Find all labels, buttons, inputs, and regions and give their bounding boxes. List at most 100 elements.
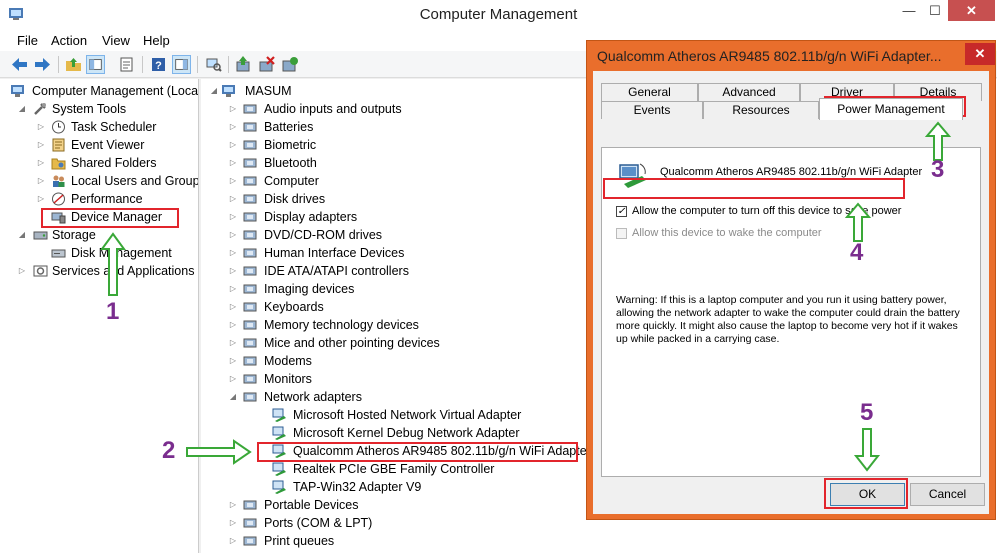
- collapse-arrow-icon[interactable]: ◢: [17, 226, 27, 244]
- device-category-icon: [243, 302, 257, 312]
- device-category[interactable]: ▷ Mice and other pointing devices: [201, 334, 581, 352]
- tab-advanced[interactable]: Advanced: [698, 83, 800, 101]
- menu-action[interactable]: Action: [51, 33, 87, 48]
- expand-arrow-icon[interactable]: ▷: [228, 316, 238, 334]
- expand-arrow-icon[interactable]: ▷: [228, 208, 238, 226]
- tab-resources[interactable]: Resources: [703, 101, 819, 119]
- performance-icon: [52, 192, 65, 206]
- device-item-label: Disk drives: [264, 192, 326, 206]
- collapse-arrow-icon[interactable]: ◢: [228, 388, 238, 406]
- help-icon[interactable]: ?: [149, 55, 168, 74]
- scan-hardware-icon[interactable]: [204, 55, 223, 74]
- collapse-arrow-icon[interactable]: ◢: [209, 82, 219, 100]
- device-category[interactable]: ◢ Network adapters: [201, 388, 581, 406]
- action-pane-icon[interactable]: [172, 55, 191, 74]
- device-item-label: Audio inputs and outputs: [264, 102, 402, 116]
- device-category[interactable]: ▷ Computer: [201, 172, 581, 190]
- device-category[interactable]: ▷ Imaging devices: [201, 280, 581, 298]
- expand-arrow-icon[interactable]: ▷: [36, 172, 46, 190]
- expand-arrow-icon[interactable]: ▷: [228, 154, 238, 172]
- device-item-label: Batteries: [264, 120, 314, 134]
- allow-wake-checkbox[interactable]: [616, 228, 627, 239]
- device-category[interactable]: ▷ Audio inputs and outputs: [201, 100, 581, 118]
- collapse-arrow-icon[interactable]: ◢: [17, 100, 27, 118]
- back-arrow-icon[interactable]: [10, 55, 29, 74]
- tree-item-event-viewer[interactable]: ▷ Event Viewer: [0, 136, 198, 154]
- update-driver-icon[interactable]: [234, 55, 253, 74]
- device-category[interactable]: ▷ Portable Devices: [201, 496, 581, 514]
- expand-arrow-icon[interactable]: ▷: [228, 352, 238, 370]
- network-adapter-item[interactable]: Microsoft Hosted Network Virtual Adapter: [201, 406, 581, 424]
- device-category[interactable]: ▷ DVD/CD-ROM drives: [201, 226, 581, 244]
- tree-item-shared-folders[interactable]: ▷ Shared Folders: [0, 154, 198, 172]
- tree-item-task-scheduler[interactable]: ▷ Task Scheduler: [0, 118, 198, 136]
- expand-arrow-icon[interactable]: ▷: [17, 262, 27, 280]
- device-category[interactable]: ▷ Modems: [201, 352, 581, 370]
- tab-events[interactable]: Events: [601, 101, 703, 119]
- device-category[interactable]: ▷ Monitors: [201, 370, 581, 388]
- expand-arrow-icon[interactable]: ▷: [228, 334, 238, 352]
- tab-general[interactable]: General: [601, 83, 698, 101]
- show-hide-tree-icon[interactable]: [86, 55, 105, 74]
- computer-icon: [222, 85, 235, 97]
- tree-item-system-tools[interactable]: ◢ System Tools: [0, 100, 198, 118]
- tree-item-label: Performance: [71, 192, 143, 206]
- network-adapter-item[interactable]: TAP-Win32 Adapter V9: [201, 478, 581, 496]
- uninstall-device-icon[interactable]: [257, 55, 276, 74]
- expand-arrow-icon[interactable]: ▷: [228, 298, 238, 316]
- network-adapter-item[interactable]: Microsoft Kernel Debug Network Adapter: [201, 424, 581, 442]
- device-category-icon: [243, 356, 257, 366]
- cancel-button[interactable]: Cancel: [910, 483, 985, 506]
- device-category[interactable]: ▷ Bluetooth: [201, 154, 581, 172]
- expand-arrow-icon[interactable]: ▷: [228, 136, 238, 154]
- expand-arrow-icon[interactable]: ▷: [228, 226, 238, 244]
- enable-device-icon[interactable]: [280, 55, 299, 74]
- expand-arrow-icon[interactable]: ▷: [36, 190, 46, 208]
- expand-arrow-icon[interactable]: ▷: [228, 496, 238, 514]
- device-category[interactable]: ▷ Batteries: [201, 118, 581, 136]
- maximize-button[interactable]: ☐: [922, 0, 948, 21]
- minimize-button[interactable]: —: [896, 0, 922, 21]
- close-button[interactable]: ✕: [948, 0, 995, 21]
- device-category[interactable]: ▷ Keyboards: [201, 298, 581, 316]
- expand-arrow-icon[interactable]: ▷: [228, 172, 238, 190]
- device-category[interactable]: ▷ Memory technology devices: [201, 316, 581, 334]
- forward-arrow-icon[interactable]: [33, 55, 52, 74]
- device-category[interactable]: ▷ Human Interface Devices: [201, 244, 581, 262]
- menu-view[interactable]: View: [102, 33, 130, 48]
- device-category[interactable]: ▷ Ports (COM & LPT): [201, 514, 581, 532]
- network-adapter-item[interactable]: Realtek PCIe GBE Family Controller: [201, 460, 581, 478]
- expand-arrow-icon[interactable]: ▷: [36, 154, 46, 172]
- expand-arrow-icon[interactable]: ▷: [228, 190, 238, 208]
- device-category[interactable]: ▷ Biometric: [201, 136, 581, 154]
- tab-power-management[interactable]: Power Management: [819, 98, 963, 120]
- expand-arrow-icon[interactable]: ▷: [228, 532, 238, 550]
- expand-arrow-icon[interactable]: ▷: [228, 118, 238, 136]
- expand-arrow-icon[interactable]: ▷: [36, 136, 46, 154]
- expand-arrow-icon[interactable]: ▷: [36, 118, 46, 136]
- device-category[interactable]: ▷ Disk drives: [201, 190, 581, 208]
- allow-wake-label[interactable]: Allow this device to wake the computer: [632, 227, 822, 239]
- tree-item-computer-management[interactable]: Computer Management (Local: [0, 82, 198, 100]
- device-category[interactable]: ▷ IDE ATA/ATAPI controllers: [201, 262, 581, 280]
- expand-arrow-icon[interactable]: ▷: [228, 262, 238, 280]
- allow-turn-off-checkbox[interactable]: ✓: [616, 206, 627, 217]
- device-category[interactable]: ▷ Print queues: [201, 532, 581, 550]
- expand-arrow-icon[interactable]: ▷: [228, 514, 238, 532]
- expand-arrow-icon[interactable]: ▷: [228, 244, 238, 262]
- up-folder-icon[interactable]: [64, 55, 83, 74]
- tree-item-performance[interactable]: ▷ Performance: [0, 190, 198, 208]
- tree-item-label: Storage: [52, 228, 96, 242]
- menu-file[interactable]: File: [17, 33, 38, 48]
- expand-arrow-icon[interactable]: ▷: [228, 280, 238, 298]
- device-category[interactable]: ▷ Display adapters: [201, 208, 581, 226]
- expand-arrow-icon[interactable]: ▷: [228, 370, 238, 388]
- device-root[interactable]: ◢ MASUM: [201, 82, 581, 100]
- device-item-label: Display adapters: [264, 210, 358, 224]
- dialog-close-button[interactable]: ✕: [965, 43, 995, 65]
- tree-item-local-users-and-groups[interactable]: ▷ Local Users and Groups: [0, 172, 198, 190]
- menu-help[interactable]: Help: [143, 33, 170, 48]
- properties-sheet-icon[interactable]: [117, 55, 136, 74]
- device-category-icon: [243, 176, 257, 186]
- expand-arrow-icon[interactable]: ▷: [228, 100, 238, 118]
